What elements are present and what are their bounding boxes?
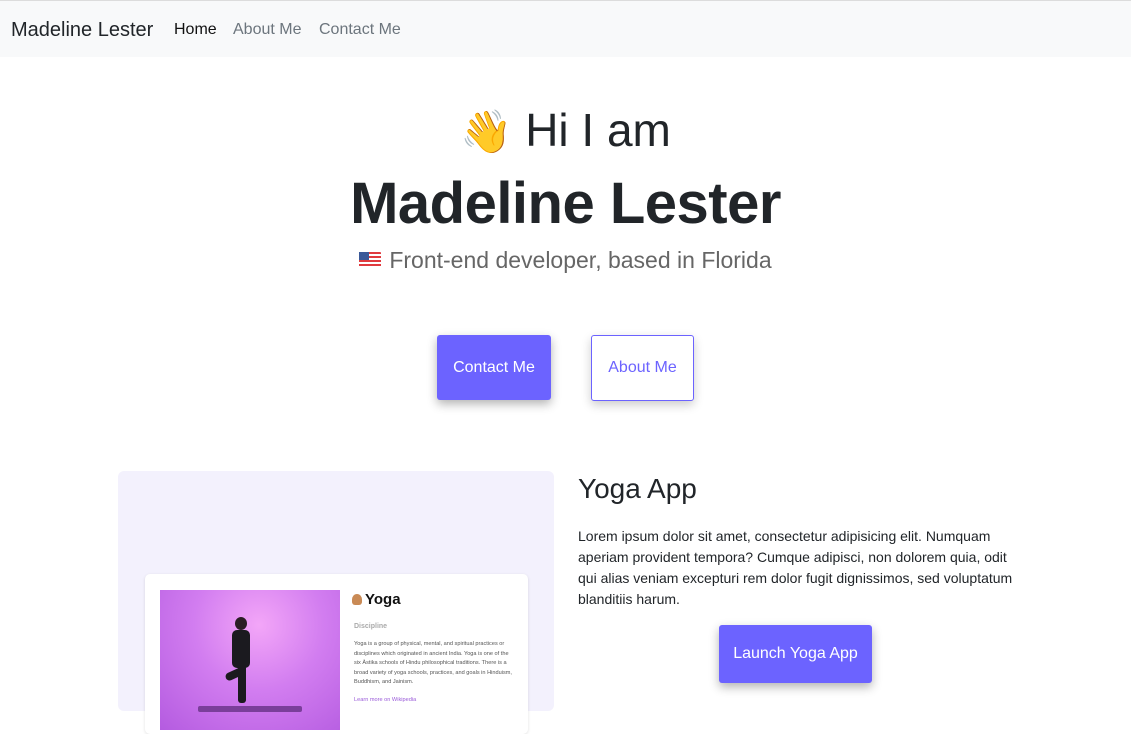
hero-greeting: 👋 Hi I am	[0, 103, 1131, 157]
project-description: Lorem ipsum dolor sit amet, consectetur …	[578, 528, 1013, 607]
about-me-button[interactable]: About Me	[591, 335, 694, 401]
hero-subtitle: Front-end developer, based in Florida	[0, 247, 1131, 274]
preview-text: Yoga is a group of physical, mental, and…	[354, 641, 512, 686]
preview-link: Learn more on Wikipedia	[354, 697, 417, 703]
preview-label: Discipline	[354, 623, 388, 630]
hero-greeting-text: Hi I am	[525, 104, 671, 156]
nav-link-home[interactable]: Home	[174, 21, 217, 39]
meditation-icon	[352, 594, 362, 605]
yoga-pose-image	[160, 590, 340, 730]
brand-link[interactable]: Madeline Lester	[11, 19, 153, 42]
waving-hand-icon: 👋	[460, 108, 513, 155]
launch-yoga-app-button[interactable]: Launch Yoga App	[719, 625, 872, 683]
preview-title: Yoga	[352, 591, 401, 608]
us-flag-icon	[359, 252, 382, 267]
navbar: Madeline Lester Home About Me Contact Me	[0, 0, 1131, 57]
project-title: Yoga App	[578, 473, 697, 504]
nav-link-contact[interactable]: Contact Me	[319, 21, 401, 39]
project-screenshot: Yoga Discipline Yoga is a group of physi…	[145, 574, 528, 734]
contact-me-button[interactable]: Contact Me	[437, 335, 551, 400]
hero-subtitle-text: Front-end developer, based in Florida	[389, 247, 772, 273]
nav-link-about[interactable]: About Me	[233, 21, 301, 39]
hero-name: Madeline Lester	[350, 171, 781, 236]
project-preview-panel: Yoga Discipline Yoga is a group of physi…	[118, 471, 554, 734]
